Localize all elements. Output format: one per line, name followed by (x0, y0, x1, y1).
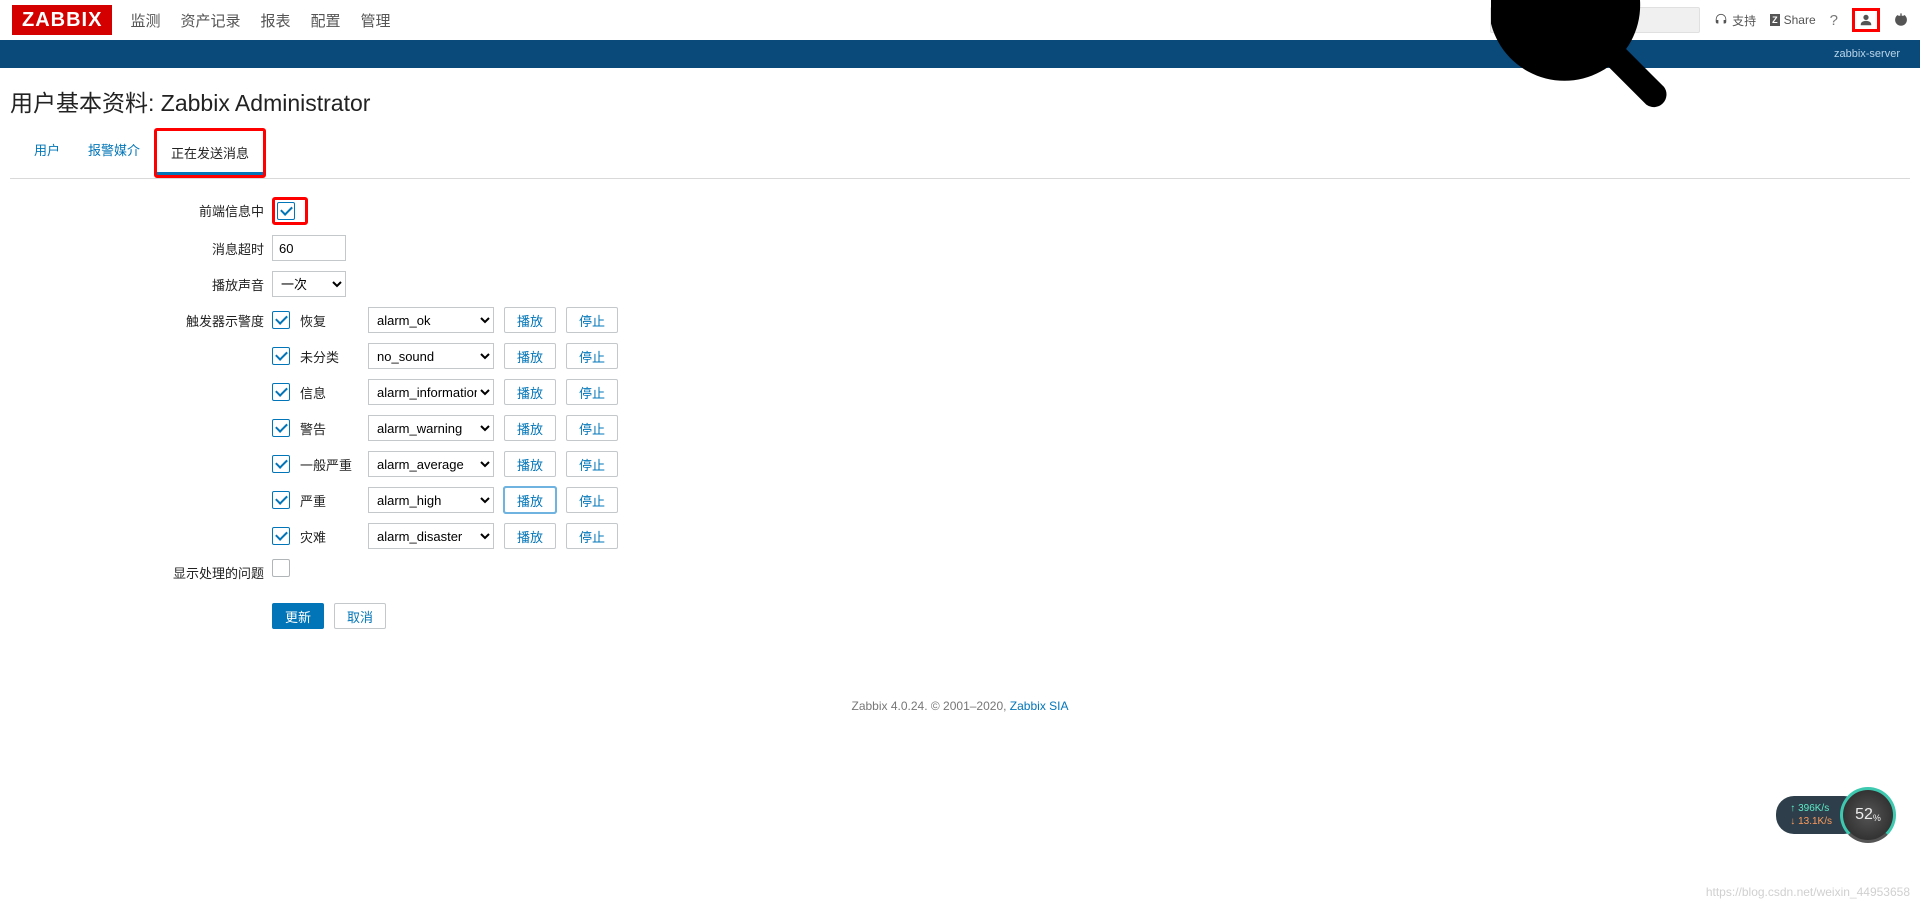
share-icon: Z (1770, 14, 1780, 26)
share-link[interactable]: Z Share (1770, 13, 1816, 27)
severity-checkbox[interactable] (272, 311, 290, 329)
stop-button[interactable]: 停止 (566, 379, 618, 405)
play-button[interactable]: 播放 (504, 307, 556, 333)
severity-grid: 恢复alarm_ok播放停止未分类no_sound播放停止信息alarm_inf… (272, 307, 618, 549)
arrow-down-icon: ↓ (1790, 816, 1798, 827)
severity-checkbox[interactable] (272, 419, 290, 437)
net-pct-sfx: % (1873, 813, 1881, 823)
severity-name: 恢复 (300, 311, 358, 330)
nav-config[interactable]: 配置 (311, 10, 341, 31)
severity-sound-select[interactable]: alarm_disaster (368, 523, 494, 549)
severity-checkbox[interactable] (272, 347, 290, 365)
net-up: 396K/s (1798, 803, 1829, 814)
stop-button[interactable]: 停止 (566, 487, 618, 513)
tab-user[interactable]: 用户 (20, 128, 74, 178)
profile-link[interactable] (1859, 13, 1873, 27)
footer-link[interactable]: Zabbix SIA (1010, 699, 1069, 713)
severity-row: 恢复 alarm_ok 播放停止 (272, 307, 618, 333)
play-button[interactable]: 播放 (504, 379, 556, 405)
highlight-frontend-checkbox (272, 197, 308, 225)
watermark: https://blog.csdn.net/weixin_44953658 (1706, 885, 1910, 899)
main-nav: 监测 资产记录 报表 配置 管理 (130, 10, 390, 31)
power-icon (1894, 13, 1908, 27)
support-label: 支持 (1732, 12, 1756, 29)
network-circle[interactable]: 52% (1840, 787, 1896, 843)
net-pct: 52 (1855, 806, 1873, 824)
severity-row: 信息 alarm_information 播放停止 (272, 379, 618, 405)
sound-select[interactable]: 一次 (272, 271, 346, 297)
frontend-label: 前端信息中 (10, 197, 272, 220)
severity-name: 未分类 (300, 347, 358, 366)
play-button[interactable]: 播放 (504, 415, 556, 441)
play-button[interactable]: 播放 (504, 343, 556, 369)
severity-row: 未分类 no_sound 播放停止 (272, 343, 618, 369)
play-button[interactable]: 播放 (504, 451, 556, 477)
frontend-checkbox[interactable] (277, 202, 295, 220)
search-icon (1491, 0, 1693, 121)
severity-checkbox[interactable] (272, 491, 290, 509)
suppressed-label: 显示处理的问题 (10, 559, 272, 582)
footer-text: Zabbix 4.0.24. © 2001–2020, (852, 699, 1010, 713)
share-label: Share (1784, 13, 1816, 27)
user-icon (1859, 13, 1873, 27)
update-button[interactable]: 更新 (272, 603, 324, 629)
help-icon: ? (1830, 12, 1838, 29)
form-card: 用户 报警媒介 正在发送消息 前端信息中 消息超时 播放声音 一次 (10, 128, 1910, 649)
highlight-user (1852, 8, 1880, 32)
footer: Zabbix 4.0.24. © 2001–2020, Zabbix SIA (0, 679, 1920, 733)
search-input[interactable] (1490, 7, 1700, 33)
form: 前端信息中 消息超时 播放声音 一次 触发器示警度 (10, 179, 1910, 629)
severity-sound-select[interactable]: no_sound (368, 343, 494, 369)
timeout-label: 消息超时 (10, 235, 272, 258)
stop-button[interactable]: 停止 (566, 307, 618, 333)
stop-button[interactable]: 停止 (566, 523, 618, 549)
severity-sound-select[interactable]: alarm_warning (368, 415, 494, 441)
timeout-input[interactable] (272, 235, 346, 261)
severity-sound-select[interactable]: alarm_ok (368, 307, 494, 333)
stop-button[interactable]: 停止 (566, 415, 618, 441)
logo[interactable]: ZABBIX (12, 5, 112, 35)
sound-label: 播放声音 (10, 271, 272, 294)
severity-name: 严重 (300, 491, 358, 510)
highlight-tab: 正在发送消息 (154, 128, 266, 178)
severity-sound-select[interactable]: alarm_high (368, 487, 494, 513)
severity-sound-select[interactable]: alarm_information (368, 379, 494, 405)
severity-row: 一般严重 alarm_average 播放停止 (272, 451, 618, 477)
server-name: zabbix-server (1834, 48, 1900, 60)
play-button[interactable]: 播放 (504, 487, 556, 513)
suppressed-checkbox[interactable] (272, 559, 290, 577)
severity-label: 触发器示警度 (10, 307, 272, 330)
nav-monitoring[interactable]: 监测 (130, 10, 160, 31)
severity-row: 灾难 alarm_disaster 播放停止 (272, 523, 618, 549)
nav-admin[interactable]: 管理 (361, 10, 391, 31)
logout-link[interactable] (1894, 13, 1908, 27)
severity-name: 灾难 (300, 527, 358, 546)
cancel-button[interactable]: 取消 (334, 603, 386, 629)
topbar: ZABBIX 监测 资产记录 报表 配置 管理 支持 Z Share ? (0, 0, 1920, 40)
tab-messaging[interactable]: 正在发送消息 (157, 131, 263, 175)
severity-name: 信息 (300, 383, 358, 402)
support-link[interactable]: 支持 (1714, 12, 1756, 29)
tabs: 用户 报警媒介 正在发送消息 (10, 128, 1910, 179)
severity-row: 警告 alarm_warning 播放停止 (272, 415, 618, 441)
headset-icon (1714, 13, 1728, 27)
nav-reports[interactable]: 报表 (260, 10, 290, 31)
tab-media[interactable]: 报警媒介 (74, 128, 154, 178)
stop-button[interactable]: 停止 (566, 451, 618, 477)
severity-name: 警告 (300, 419, 358, 438)
stop-button[interactable]: 停止 (566, 343, 618, 369)
severity-sound-select[interactable]: alarm_average (368, 451, 494, 477)
severity-row: 严重 alarm_high 播放停止 (272, 487, 618, 513)
net-down: 13.1K/s (1798, 816, 1832, 827)
play-button[interactable]: 播放 (504, 523, 556, 549)
help-link[interactable]: ? (1830, 12, 1838, 29)
severity-checkbox[interactable] (272, 455, 290, 473)
severity-checkbox[interactable] (272, 383, 290, 401)
topbar-right: 支持 Z Share ? (1490, 7, 1908, 33)
nav-inventory[interactable]: 资产记录 (180, 10, 240, 31)
network-widget: ↑ 396K/s ↓ 13.1K/s 52% (1776, 787, 1896, 843)
arrow-up-icon: ↑ (1790, 803, 1798, 814)
severity-name: 一般严重 (300, 455, 358, 474)
severity-checkbox[interactable] (272, 527, 290, 545)
